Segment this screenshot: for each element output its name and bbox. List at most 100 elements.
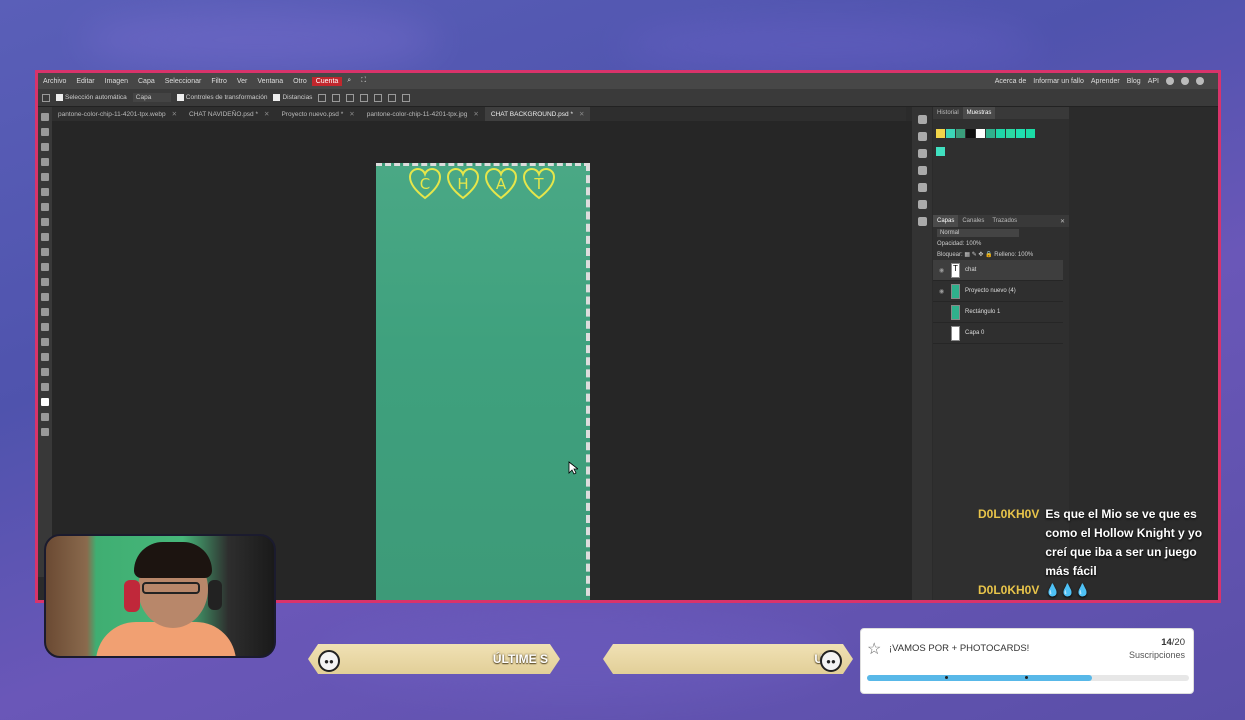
color-swatch[interactable] (976, 129, 985, 138)
tab-history[interactable]: Historial (933, 107, 963, 119)
account-button[interactable]: Cuenta (311, 76, 343, 86)
shape-tool-icon[interactable] (41, 353, 49, 361)
color-swatch[interactable] (966, 129, 975, 138)
lock-icons[interactable]: ▦ ✎ ✥ 🔒 (964, 252, 992, 258)
quick-mask-icon[interactable] (41, 413, 49, 421)
align-icon[interactable] (346, 93, 355, 102)
distribute-icon[interactable] (388, 93, 397, 102)
color-swatch[interactable] (1006, 129, 1015, 138)
hand-tool-icon[interactable] (41, 368, 49, 376)
close-icon[interactable]: ✕ (172, 110, 177, 118)
color-swatch[interactable] (1026, 129, 1035, 138)
color-swatch[interactable] (986, 129, 995, 138)
document-canvas[interactable]: C H A T (376, 163, 590, 600)
visibility-eye-icon[interactable]: ◉ (939, 267, 946, 274)
align-icon[interactable] (318, 93, 327, 102)
marquee-tool-icon[interactable] (41, 128, 49, 136)
tab-document[interactable]: pantone-color-chip-11-4201-tpx.webp ✕ (52, 107, 183, 121)
path-select-icon[interactable] (41, 338, 49, 346)
dodge-icon[interactable] (41, 293, 49, 301)
move-tool-icon[interactable] (42, 93, 50, 102)
healing-icon[interactable] (41, 203, 49, 211)
css-icon[interactable] (917, 200, 927, 209)
close-icon[interactable]: ✕ (349, 110, 354, 118)
link-report-bug[interactable]: Informar un fallo (1033, 78, 1084, 85)
align-icon[interactable] (332, 93, 341, 102)
menu-imagen[interactable]: Imagen (100, 78, 133, 85)
facebook-icon[interactable] (1196, 77, 1204, 85)
tab-paths[interactable]: Trazados (988, 215, 1021, 227)
tab-channels[interactable]: Canales (958, 215, 988, 227)
color-swatch[interactable] (936, 147, 945, 156)
menu-otro[interactable]: Otro (288, 78, 312, 85)
fill-value[interactable]: 100% (1018, 252, 1033, 258)
paragraph-icon[interactable] (917, 183, 927, 192)
tab-document[interactable]: CHAT NAVIDEÑO.psd * ✕ (183, 107, 275, 121)
grid-icon[interactable] (402, 93, 411, 102)
crop-tool-icon[interactable] (41, 173, 49, 181)
distances-checkbox[interactable]: Distancias (273, 93, 312, 101)
eraser-icon[interactable] (41, 248, 49, 256)
reddit-icon[interactable] (1166, 77, 1174, 85)
stamp-icon[interactable] (41, 233, 49, 241)
close-icon[interactable]: ✕ (1060, 218, 1069, 225)
properties-icon[interactable] (917, 132, 927, 141)
color-swatch[interactable] (996, 129, 1005, 138)
magic-wand-icon[interactable] (41, 158, 49, 166)
color-swatch[interactable] (936, 129, 945, 138)
close-icon[interactable]: ✕ (264, 110, 269, 118)
tab-layers[interactable]: Capas (933, 215, 959, 227)
tab-document[interactable]: Proyecto nuevo.psd * ✕ (275, 107, 360, 121)
twitter-icon[interactable] (1181, 77, 1189, 85)
menu-seleccionar[interactable]: Seleccionar (160, 78, 207, 85)
transform-controls-checkbox[interactable]: Controles de transformación (176, 93, 267, 101)
lasso-tool-icon[interactable] (41, 143, 49, 151)
menu-capa[interactable]: Capa (133, 78, 160, 85)
move-tool-icon[interactable] (41, 113, 49, 121)
tab-document-active[interactable]: CHAT BACKGROUND.psd * ✕ (484, 107, 591, 121)
color-swatch[interactable] (1016, 129, 1025, 138)
blend-mode-select[interactable]: Normal (937, 229, 1019, 237)
color-swatch-icon[interactable] (41, 398, 49, 406)
link-blog[interactable]: Blog (1127, 78, 1141, 85)
color-swatch[interactable] (956, 129, 965, 138)
tab-document[interactable]: pantone-color-chip-11-4201-tpx.jpg ✕ (361, 107, 485, 121)
link-learn[interactable]: Aprender (1091, 78, 1120, 85)
search-icon[interactable]: ⌕ (342, 77, 356, 85)
tab-swatches[interactable]: Muestras (962, 107, 996, 119)
text-tool-icon[interactable] (41, 308, 49, 316)
close-icon[interactable]: ✕ (473, 110, 478, 118)
link-about[interactable]: Acerca de (995, 78, 1027, 85)
character-icon[interactable] (917, 166, 927, 175)
menu-ver[interactable]: Ver (232, 78, 253, 85)
zoom-tool-icon[interactable] (41, 383, 49, 391)
blur-icon[interactable] (41, 278, 49, 286)
layer-row[interactable]: Capa 0 (933, 323, 1063, 344)
menu-ventana[interactable]: Ventana (252, 78, 288, 85)
canvas-workspace[interactable]: C H A T (52, 121, 912, 600)
brush-icon[interactable] (41, 218, 49, 226)
close-icon[interactable]: ✕ (579, 110, 584, 118)
layer-row[interactable]: ◉ Proyecto nuevo (4) (933, 281, 1063, 302)
link-api[interactable]: API (1148, 78, 1159, 85)
pen-tool-icon[interactable] (41, 323, 49, 331)
distribute-icon[interactable] (374, 93, 383, 102)
screen-mode-icon[interactable] (41, 428, 49, 436)
layer-row[interactable]: Rectángulo 1 (933, 302, 1063, 323)
fullscreen-icon[interactable]: ⛶ (356, 77, 371, 85)
image-icon[interactable] (917, 217, 927, 226)
layer-mode-select[interactable]: Capa (132, 93, 171, 102)
menu-filtro[interactable]: Filtro (206, 78, 232, 85)
info-icon[interactable] (917, 115, 927, 124)
opacity-value[interactable]: 100% (966, 241, 981, 247)
brush-settings-icon[interactable] (917, 149, 927, 158)
menu-archivo[interactable]: Archivo (38, 78, 71, 85)
gradient-icon[interactable] (41, 263, 49, 271)
layer-row[interactable]: ◉ Tchat (933, 260, 1063, 281)
align-icon[interactable] (360, 93, 369, 102)
eyedropper-icon[interactable] (41, 188, 49, 196)
visibility-eye-icon[interactable]: ◉ (939, 288, 946, 295)
auto-select-checkbox[interactable]: Selección automática (56, 93, 127, 101)
color-swatch[interactable] (946, 129, 955, 138)
menu-editar[interactable]: Editar (71, 78, 99, 85)
